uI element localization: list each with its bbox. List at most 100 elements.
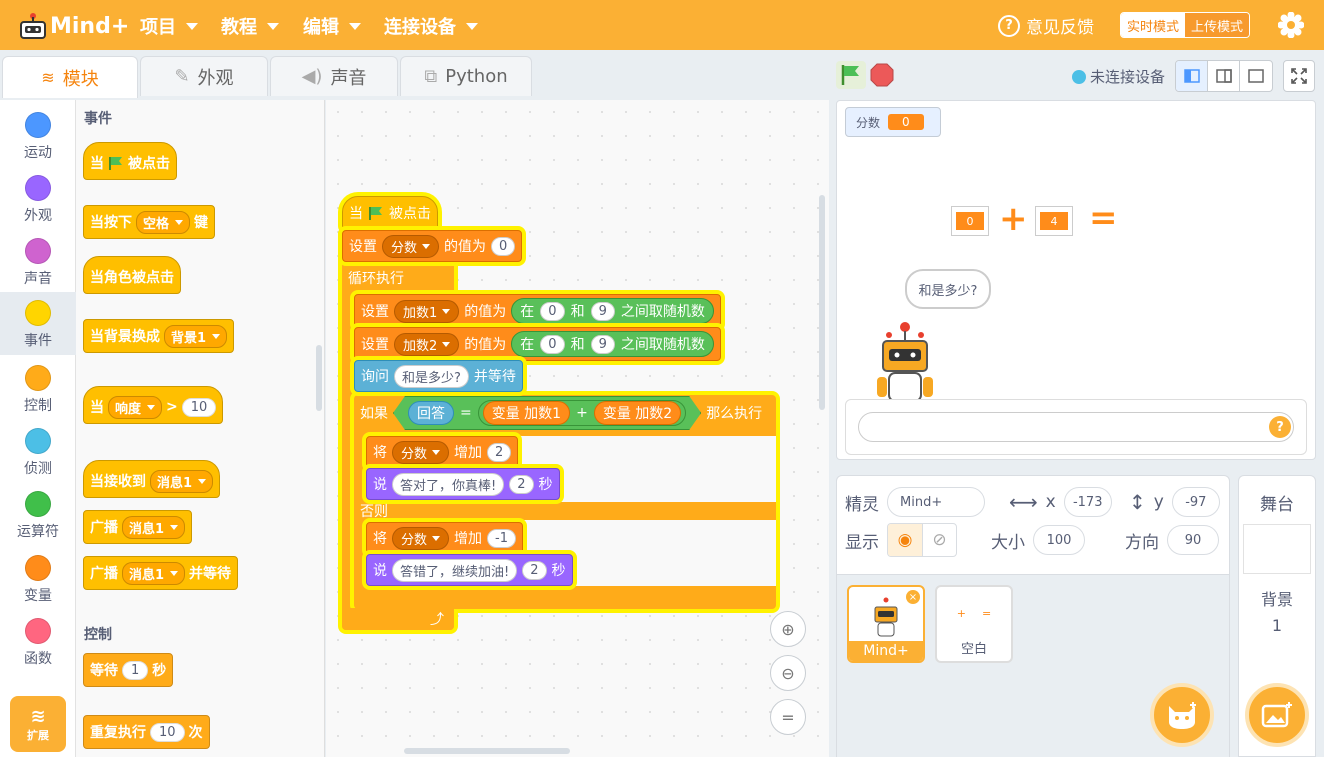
message-dropdown[interactable]: 消息1	[122, 561, 186, 585]
key-dropdown[interactable]: 空格	[136, 210, 191, 234]
addend2-box[interactable]: 4	[1035, 206, 1073, 236]
palette-scrollbar[interactable]	[316, 345, 322, 411]
add-sprite-button[interactable]	[1150, 683, 1214, 747]
category-operators[interactable]: 运算符	[0, 483, 76, 546]
zoom-out-button[interactable]: ⊖	[770, 655, 806, 691]
category-control[interactable]: 控制	[0, 357, 76, 420]
workspace-vscrollbar[interactable]	[819, 195, 825, 410]
extension-button[interactable]: ≋ 扩展	[10, 696, 66, 752]
change-value-input[interactable]: 2	[487, 442, 512, 462]
script-if-header[interactable]: 如果 回答 = 变量 加数1 + 变量 加数2 那么执行	[354, 395, 768, 431]
tab-blocks[interactable]: ≋ 模块	[2, 56, 138, 98]
script-when-flag-clicked[interactable]: 当 被点击	[342, 196, 438, 230]
random-low-input[interactable]: 0	[540, 301, 565, 321]
category-sensing[interactable]: 侦测	[0, 420, 76, 483]
say-seconds-input[interactable]: 2	[509, 474, 534, 494]
ask-text-input[interactable]: 和是多少?	[394, 364, 469, 388]
palette-when-receive[interactable]: 当接收到 消息1	[83, 460, 221, 498]
set-value-input[interactable]: 0	[491, 236, 516, 256]
variable-reporter[interactable]: 变量 加数1	[483, 401, 570, 425]
script-ask-and-wait[interactable]: 询问 和是多少? 并等待	[354, 360, 523, 392]
zoom-in-button[interactable]: ⊕	[770, 611, 806, 647]
score-monitor[interactable]: 分数 0	[845, 107, 941, 137]
feedback-button[interactable]: ? 意见反馈	[998, 13, 1094, 38]
zoom-reset-button[interactable]: =	[770, 699, 806, 735]
palette-wait[interactable]: 等待 1 秒	[83, 653, 174, 687]
menu-edit[interactable]: 编辑	[303, 13, 361, 39]
add-operator[interactable]: 变量 加数1 + 变量 加数2	[478, 400, 686, 426]
palette-when-backdrop-switches[interactable]: 当背景换成 背景1	[83, 319, 235, 353]
random-operator[interactable]: 在 0 和 9 之间取随机数	[511, 298, 714, 324]
variable-dropdown[interactable]: 分数	[392, 440, 450, 464]
size-input[interactable]: 100	[1033, 525, 1085, 555]
script-say-wrong[interactable]: 说 答错了，继续加油! 2 秒	[366, 554, 573, 586]
menu-connect-device[interactable]: 连接设备	[384, 13, 478, 39]
script-say-correct[interactable]: 说 答对了，你真棒! 2 秒	[366, 468, 560, 500]
tab-costumes[interactable]: ✎ 外观	[140, 56, 268, 96]
wait-value[interactable]: 1	[122, 660, 149, 680]
stage-thumbnail[interactable]	[1243, 524, 1311, 574]
mindplus-logo[interactable]: Mind+	[18, 9, 129, 43]
fullscreen-button[interactable]	[1283, 60, 1315, 92]
change-value-input[interactable]: -1	[487, 528, 516, 548]
answer-reporter[interactable]: 回答	[408, 401, 454, 425]
realtime-mode-button[interactable]: 实时模式	[1121, 13, 1186, 37]
message-dropdown[interactable]: 消息1	[122, 515, 186, 539]
say-text-input[interactable]: 答错了，继续加油!	[392, 558, 518, 582]
random-high-input[interactable]: 9	[590, 301, 615, 321]
sprite-name-input[interactable]: Mind+	[887, 487, 985, 517]
menu-tutorial[interactable]: 教程	[221, 13, 279, 39]
variable-dropdown[interactable]: 分数	[392, 526, 450, 550]
category-functions[interactable]: 函数	[0, 610, 76, 673]
answer-input[interactable]	[858, 412, 1294, 442]
palette-broadcast[interactable]: 广播 消息1	[83, 510, 193, 544]
delete-icon[interactable]: ×	[906, 590, 920, 604]
script-change-score-correct[interactable]: 将 分数 增加 2	[366, 436, 519, 468]
device-connection-status[interactable]: 未连接设备	[1072, 66, 1165, 87]
mindplus-sprite[interactable]	[875, 321, 935, 402]
tab-python[interactable]: ⧉ Python	[400, 56, 532, 96]
x-input[interactable]: -173	[1063, 487, 1112, 517]
y-input[interactable]: -97	[1171, 487, 1220, 517]
tab-sounds[interactable]: ◀) 声音	[270, 56, 398, 96]
say-text-input[interactable]: 答对了，你真棒!	[392, 472, 505, 496]
show-eye-icon[interactable]: ◉	[888, 524, 922, 556]
category-variables[interactable]: 变量	[0, 547, 76, 610]
loudness-value[interactable]: 10	[181, 397, 217, 417]
category-looks[interactable]: 外观	[0, 167, 76, 230]
green-flag-button[interactable]	[836, 61, 866, 89]
loudness-dropdown[interactable]: 响度	[108, 395, 163, 419]
random-high-input[interactable]: 9	[590, 334, 615, 354]
backdrop-dropdown[interactable]: 背景1	[164, 324, 228, 348]
stop-button[interactable]	[870, 63, 894, 87]
script-set-addend2[interactable]: 设置 加数2 的值为 在 0 和 9 之间取随机数	[354, 327, 721, 361]
menu-project[interactable]: 项目	[140, 13, 198, 39]
hide-eye-icon[interactable]: ⊘	[922, 524, 956, 556]
variable-dropdown[interactable]: 加数1	[394, 299, 460, 323]
variable-dropdown[interactable]: 加数2	[394, 332, 460, 356]
repeat-value[interactable]: 10	[150, 722, 185, 742]
workspace-hscrollbar[interactable]	[404, 748, 570, 754]
equals-operator[interactable]: 回答 = 变量 加数1 + 变量 加数2	[393, 396, 701, 430]
script-workspace[interactable]: ⤴ 当 被点击 设置 分数 的值为 0 循环执行 设置 加数1 的值为 在 0 …	[326, 100, 829, 757]
upload-mode-button[interactable]: 上传模式	[1185, 13, 1250, 37]
addend1-box[interactable]: 0	[951, 206, 989, 236]
random-operator[interactable]: 在 0 和 9 之间取随机数	[511, 331, 714, 357]
variable-reporter[interactable]: 变量 加数2	[594, 401, 681, 425]
sprite-thumb-mindplus[interactable]: × Mind+	[847, 585, 925, 663]
direction-input[interactable]: 90	[1167, 525, 1219, 555]
random-low-input[interactable]: 0	[540, 334, 565, 354]
palette-broadcast-and-wait[interactable]: 广播 消息1 并等待	[83, 556, 239, 590]
variable-dropdown[interactable]: 分数	[382, 234, 440, 258]
say-seconds-input[interactable]: 2	[522, 560, 547, 580]
settings-gear-icon[interactable]	[1277, 11, 1305, 39]
normal-stage-button[interactable]	[1208, 61, 1240, 91]
small-stage-button[interactable]	[1176, 61, 1208, 91]
category-events[interactable]: 事件	[0, 292, 76, 355]
palette-when-flag-clicked[interactable]: 当 被点击	[83, 142, 177, 180]
add-backdrop-button[interactable]	[1245, 683, 1309, 747]
hide-stage-button[interactable]	[1240, 61, 1272, 91]
category-motion[interactable]: 运动	[0, 104, 76, 167]
sprite-thumb-blank[interactable]: + = 空白	[935, 585, 1013, 663]
palette-when-loudness[interactable]: 当 响度 > 10	[83, 386, 224, 424]
